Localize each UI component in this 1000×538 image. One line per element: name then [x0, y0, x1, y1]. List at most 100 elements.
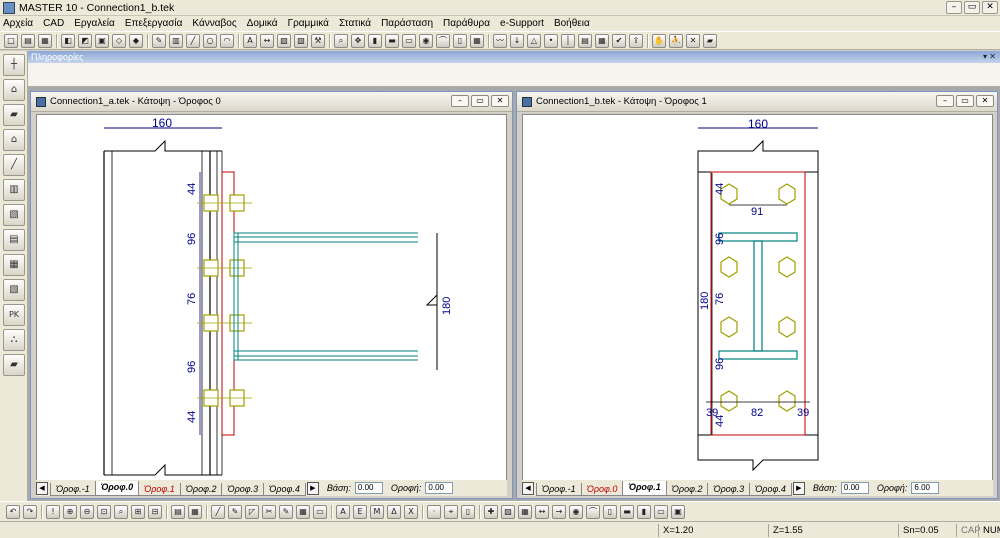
table-icon[interactable]: ▦ [470, 33, 484, 48]
drawing-canvas-b[interactable]: 160 91 44 96 76 96 44 180 39 82 39 [522, 114, 993, 481]
report-icon[interactable]: ▧ [3, 279, 25, 301]
edit-icon[interactable]: ✎ [279, 504, 293, 519]
layer-icon[interactable]: ▤ [171, 504, 185, 519]
select-icon[interactable]: ◸ [245, 504, 259, 519]
snap-icon[interactable]: ⌖ [444, 504, 458, 519]
save-icon[interactable]: ▦ [38, 33, 52, 48]
column-icon[interactable]: ▮ [637, 504, 651, 519]
arc-icon[interactable]: ◠ [220, 33, 234, 48]
floor-tab-1[interactable]: Όροφ.0 [94, 480, 140, 496]
load-icon[interactable]: ↓ [510, 33, 524, 48]
hatch-icon[interactable]: ▨ [501, 504, 515, 519]
floor-tab-4[interactable]: Όροφ.3 [221, 482, 265, 496]
base-input[interactable]: 0.00 [840, 482, 869, 494]
trim-icon[interactable]: ✂ [262, 504, 276, 519]
beam-icon[interactable]: ▬ [385, 33, 399, 48]
undo-icon[interactable]: ↶ [6, 504, 20, 519]
layers-icon[interactable]: ▤ [3, 229, 25, 251]
report-icon[interactable]: ▤ [578, 33, 592, 48]
zoom-icon[interactable]: ⌕ [334, 33, 348, 48]
tools-icon[interactable]: ⚒ [311, 33, 325, 48]
dimension-icon[interactable]: ↔ [260, 33, 274, 48]
bolt-icon[interactable]: ◉ [569, 504, 583, 519]
roof-input[interactable]: 6.00 [911, 482, 940, 494]
text-a-icon[interactable]: A [336, 504, 350, 519]
hand-icon[interactable]: ✋ [652, 33, 666, 48]
zoom-window-icon[interactable]: ⊡ [97, 504, 111, 519]
beam-icon[interactable]: ▬ [620, 504, 634, 519]
zoom-out-icon[interactable]: ⊖ [80, 504, 94, 519]
stairs-icon[interactable]: ╱ [3, 154, 25, 176]
window-icon[interactable]: ▭ [313, 504, 327, 519]
pan-icon[interactable]: ✥ [351, 33, 365, 48]
floor-tab-5[interactable]: Όροφ.4 [749, 482, 792, 496]
structure-icon[interactable]: ⛬ [3, 329, 25, 351]
support-icon[interactable]: △ [527, 33, 541, 48]
menu-item-6[interactable]: Γραμμικά [288, 18, 329, 29]
drawing-window-b[interactable]: Connection1_b.tek - Κάτοψη - Όροφος 1 – … [516, 91, 998, 499]
axis-icon[interactable]: ┼ [3, 54, 25, 76]
arrow-icon[interactable]: → [552, 504, 566, 519]
tab-scroll-right-icon[interactable]: ▶ [792, 481, 805, 495]
menu-item-9[interactable]: Παράθυρα [443, 18, 490, 29]
floor-tab-0[interactable]: Όροφ.-1 [536, 482, 582, 496]
text-x-icon[interactable]: X [404, 504, 418, 519]
menu-item-4[interactable]: Κάνναβος [192, 18, 236, 29]
minimize-button[interactable]: – [946, 1, 962, 14]
tab-scroll-left-icon[interactable]: ◀ [36, 481, 48, 495]
window-a-titlebar[interactable]: Connection1_a.tek - Κάτοψη - Όροφος 0 – … [31, 92, 512, 112]
cross-icon[interactable]: ✚ [484, 504, 498, 519]
floor-tab-2[interactable]: Όροφ.1 [138, 482, 181, 496]
dot-icon[interactable]: · [427, 504, 441, 519]
tab-scroll-left-icon[interactable]: ◀ [522, 481, 534, 495]
floor-tab-5[interactable]: Όροφ.4 [263, 482, 306, 496]
book-icon[interactable]: ▰ [3, 354, 25, 376]
plate-icon[interactable]: ▭ [402, 33, 416, 48]
text-delta-icon[interactable]: Δ [387, 504, 401, 519]
window-b-titlebar[interactable]: Connection1_b.tek - Κάτοψη - Όροφος 1 – … [517, 92, 997, 112]
floor-tab-1[interactable]: Όροφ.0 [580, 482, 624, 496]
menu-item-8[interactable]: Παράσταση [381, 18, 433, 29]
floor-tab-0[interactable]: Όροφ.-1 [50, 482, 96, 496]
window-b-close-button[interactable]: ✕ [976, 95, 994, 107]
calc-icon[interactable]: ▦ [595, 33, 609, 48]
text-icon[interactable]: A [243, 33, 257, 48]
floor-tab-3[interactable]: Όροφ.2 [179, 482, 223, 496]
redo-icon[interactable]: ↷ [23, 504, 37, 519]
roof-input[interactable]: 0.00 [425, 482, 454, 494]
menu-item-1[interactable]: CAD [43, 18, 64, 29]
select-icon[interactable]: ✎ [152, 33, 166, 48]
undo-icon[interactable]: ◇ [112, 33, 126, 48]
line-icon[interactable]: ╱ [211, 504, 225, 519]
frame-icon[interactable]: ⌂ [3, 79, 25, 101]
drawing-canvas-a[interactable]: 160 44 96 76 96 44 180 [36, 114, 507, 481]
plate-icon[interactable]: ▭ [654, 504, 668, 519]
pk-icon[interactable]: PK [3, 304, 25, 326]
node-icon[interactable]: • [544, 33, 558, 48]
weld-icon[interactable]: ⌒ [586, 504, 600, 519]
end-icon[interactable]: ▣ [671, 504, 685, 519]
window-a-minimize-button[interactable]: – [451, 95, 469, 107]
line-icon[interactable]: ╱ [186, 33, 200, 48]
zoom-in-icon[interactable]: ⊕ [63, 504, 77, 519]
walk-icon[interactable]: ⛹ [669, 33, 683, 48]
menu-item-2[interactable]: Εργαλεία [74, 18, 115, 29]
member-icon[interactable]: │ [561, 33, 575, 48]
paste-icon[interactable]: ▣ [95, 33, 109, 48]
info-panel-close-icon[interactable]: ▾ ✕ [983, 51, 996, 63]
text-m-icon[interactable]: M [370, 504, 384, 519]
circle-icon[interactable]: ○ [203, 33, 217, 48]
floor-tab-2[interactable]: Όροφ.1 [622, 480, 667, 496]
pen-icon[interactable]: ✎ [228, 504, 242, 519]
close-button[interactable]: ✕ [982, 1, 998, 14]
grid-icon[interactable]: ▥ [169, 33, 183, 48]
view-icon[interactable]: ▦ [188, 504, 202, 519]
print-icon[interactable]: ◧ [61, 33, 75, 48]
open-icon[interactable]: ▤ [21, 33, 35, 48]
building-icon[interactable]: ⌂ [3, 129, 25, 151]
zoom-all-icon[interactable]: ⊞ [131, 504, 145, 519]
drawing-window-a[interactable]: Connection1_a.tek - Κάτοψη - Όροφος 0 – … [30, 91, 513, 499]
menu-item-10[interactable]: e-Support [500, 18, 544, 29]
zoom-prev-icon[interactable]: ⌕ [114, 504, 128, 519]
menu-item-0[interactable]: Αρχεία [3, 18, 33, 29]
